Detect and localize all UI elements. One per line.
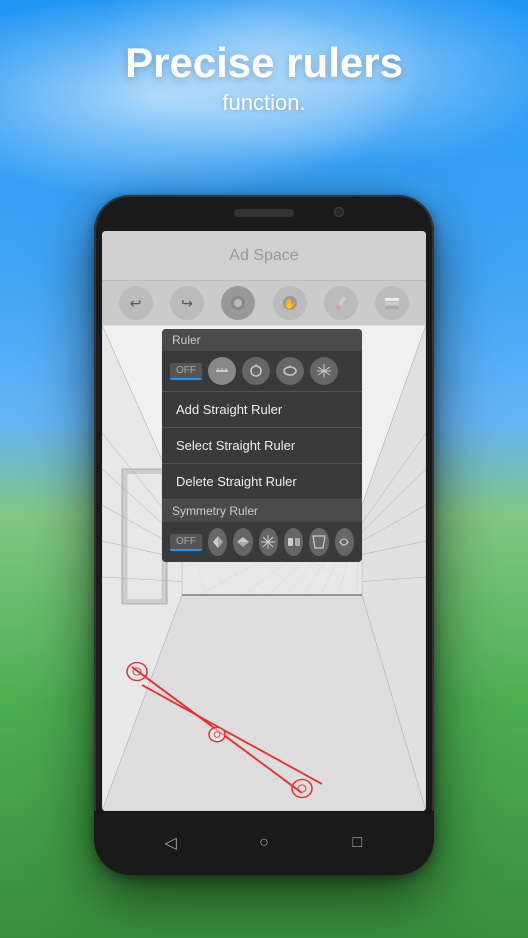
layers-button[interactable] [375, 286, 409, 320]
ruler-section-title: Ruler [162, 329, 362, 351]
hand-button[interactable]: ✋ [273, 286, 307, 320]
sym-horizontal-icon [210, 534, 226, 550]
ad-space-bar: Ad Space [102, 231, 426, 281]
redo-button[interactable]: ↪ [170, 286, 204, 320]
sym-vertical-icon [235, 534, 251, 550]
add-straight-ruler-item[interactable]: Add Straight Ruler [162, 392, 362, 428]
hand-icon: ✋ [281, 294, 299, 312]
select-straight-ruler-item[interactable]: Select Straight Ruler [162, 428, 362, 464]
layers-icon [383, 294, 401, 312]
symmetry-icon-mirror[interactable] [284, 528, 303, 556]
undo-button[interactable]: ↩ [119, 286, 153, 320]
svg-text:✋: ✋ [283, 297, 295, 310]
circle-ruler-icon [248, 363, 264, 379]
delete-straight-ruler-item[interactable]: Delete Straight Ruler [162, 464, 362, 500]
ruler-icon-ellipse[interactable] [276, 357, 304, 385]
brush-icon [229, 294, 247, 312]
phone-camera [334, 207, 344, 217]
paint-button[interactable] [221, 286, 255, 320]
symmetry-icons-row: OFF [162, 522, 362, 562]
ad-space-label: Ad Space [229, 247, 298, 265]
perspective-ruler-icon [316, 363, 332, 379]
hero-title: Precise rulers [0, 40, 528, 86]
canvas-area[interactable]: Ruler OFF [102, 325, 426, 811]
back-button[interactable]: ◁ [157, 829, 185, 857]
ruler-icon-starburst[interactable] [310, 357, 338, 385]
drawing-toolbar: ↩ ↪ ✋ [102, 281, 426, 325]
sym-radial-icon [260, 534, 276, 550]
phone-screen: Ad Space ↩ ↪ ✋ [102, 231, 426, 811]
phone-device: Ad Space ↩ ↪ ✋ [94, 195, 434, 875]
recent-apps-button[interactable]: □ [343, 829, 371, 857]
sym-perspective-icon [311, 534, 327, 550]
symmetry-section-title: Symmetry Ruler [162, 500, 362, 522]
ruler-icon-circle-type[interactable] [242, 357, 270, 385]
symmetry-icon-perspective[interactable] [309, 528, 328, 556]
symmetry-off-button[interactable]: OFF [170, 534, 202, 551]
eraser-button[interactable] [324, 286, 358, 320]
phone-speaker [234, 209, 294, 217]
ruler-popup-menu: Ruler OFF [162, 329, 362, 562]
symmetry-icon-wrap[interactable] [335, 528, 354, 556]
sym-mirror-icon [286, 534, 302, 550]
hero-subtitle: function. [0, 90, 528, 116]
ruler-icon-straight[interactable] [208, 357, 236, 385]
ruler-icons-row: OFF [162, 351, 362, 392]
ruler-off-button[interactable]: OFF [170, 363, 202, 380]
sym-wrap-icon [336, 534, 352, 550]
hero-section: Precise rulers function. [0, 40, 528, 116]
symmetry-icon-horizontal[interactable] [208, 528, 227, 556]
symmetry-icon-vertical[interactable] [233, 528, 252, 556]
home-button[interactable]: ○ [250, 829, 278, 857]
phone-nav-bar: ◁ ○ □ [94, 811, 434, 875]
ellipse-ruler-icon [282, 363, 298, 379]
symmetry-icon-radial[interactable] [259, 528, 278, 556]
straight-ruler-icon [214, 363, 230, 379]
pencil-icon [332, 294, 350, 312]
